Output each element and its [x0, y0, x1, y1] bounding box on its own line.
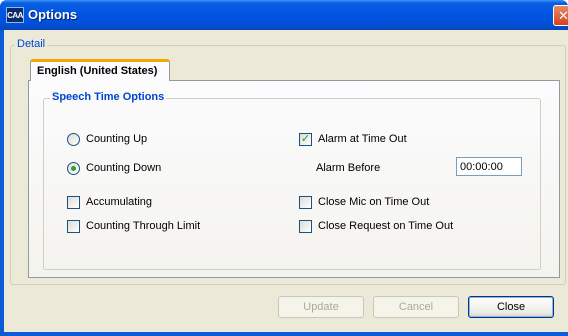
alarm-before-label: Alarm Before [316, 162, 381, 174]
alarm-before-time-input[interactable] [456, 157, 522, 176]
close-button[interactable]: Close [468, 296, 554, 318]
counting-down-label: Counting Down [86, 162, 162, 174]
counting-down-radio[interactable]: Counting Down [67, 160, 161, 176]
checkbox-box[interactable] [299, 195, 312, 209]
close-mic-on-time-out-checkbox[interactable]: Close Mic on Time Out [299, 194, 429, 210]
checkbox-box[interactable] [67, 219, 80, 233]
close-request-on-time-out-label: Close Request on Time Out [318, 220, 454, 232]
checkbox-checked[interactable]: ✓ [299, 132, 312, 146]
counting-up-label: Counting Up [86, 133, 148, 145]
close-request-on-time-out-checkbox[interactable]: Close Request on Time Out [299, 218, 453, 234]
counting-up-radio[interactable]: Counting Up [67, 131, 147, 147]
detail-legend: Detail [15, 38, 48, 50]
alarm-at-time-out-label: Alarm at Time Out [318, 133, 407, 145]
window-title: Options [28, 7, 78, 22]
close-mic-on-time-out-label: Close Mic on Time Out [318, 196, 430, 208]
radio-indicator-selected[interactable] [67, 161, 80, 175]
close-window-button[interactable]: ✕ [553, 5, 568, 26]
radio-indicator[interactable] [67, 132, 80, 146]
accumulating-label: Accumulating [86, 196, 153, 208]
title-bar[interactable]: CAA Options ✕ [0, 0, 568, 30]
checkbox-box[interactable] [67, 195, 80, 209]
tab-label: English (United States) [37, 65, 158, 77]
alarm-at-time-out-checkbox[interactable]: ✓ Alarm at Time Out [299, 131, 407, 147]
cancel-button[interactable]: Cancel [373, 296, 459, 318]
app-logo-icon: CAA [6, 7, 24, 23]
tab-english-us[interactable]: English (United States) [30, 59, 170, 81]
counting-through-limit-label: Counting Through Limit [86, 220, 201, 232]
checkbox-box[interactable] [299, 219, 312, 233]
alarm-before-row: Alarm Before [316, 160, 380, 176]
update-button[interactable]: Update [278, 296, 364, 318]
speech-time-options-group: Speech Time Options [43, 91, 541, 270]
counting-through-limit-checkbox[interactable]: Counting Through Limit [67, 218, 200, 234]
speech-time-options-legend: Speech Time Options [50, 91, 167, 103]
accumulating-checkbox[interactable]: Accumulating [67, 194, 152, 210]
